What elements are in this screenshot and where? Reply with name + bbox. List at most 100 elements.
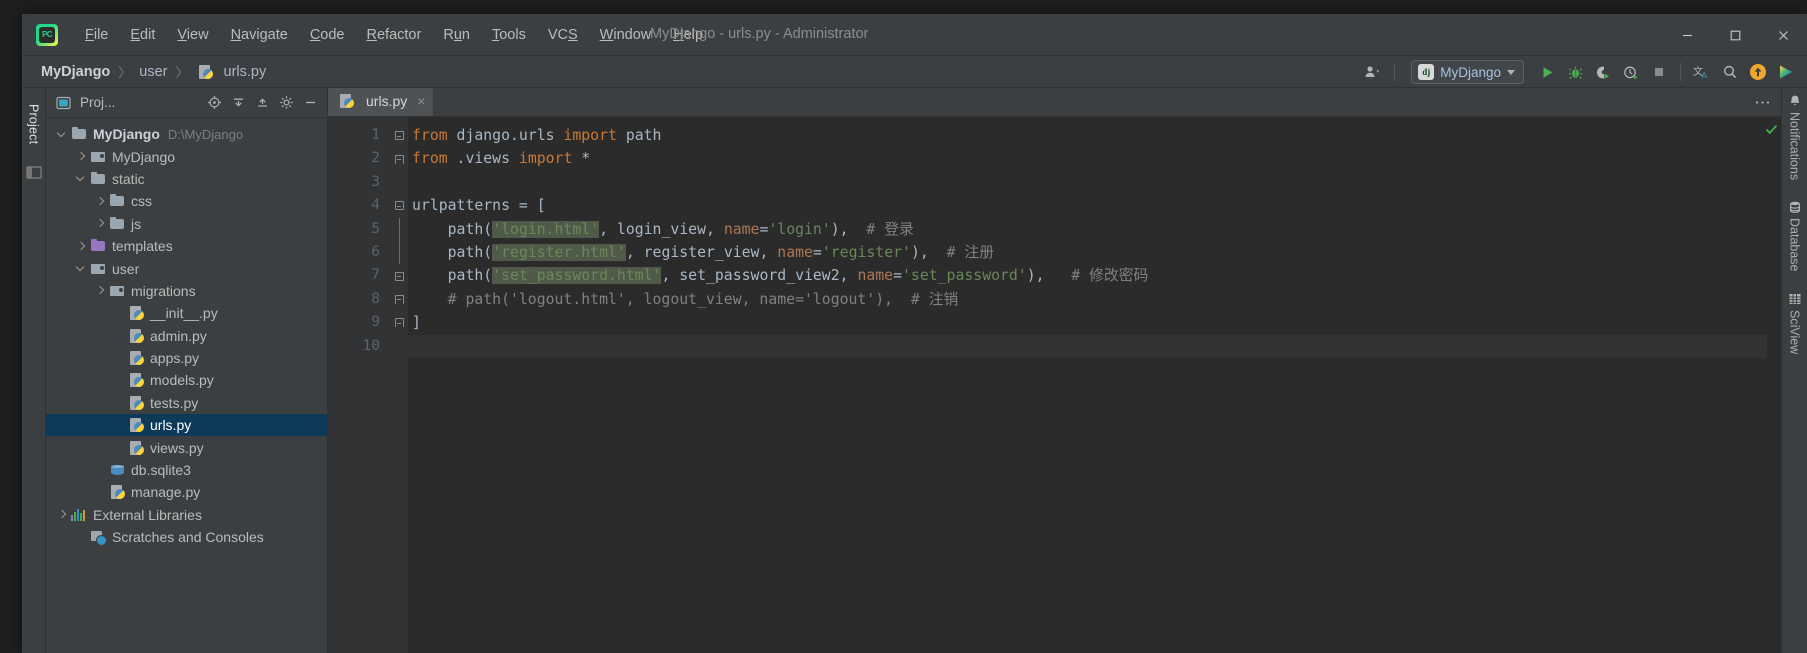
update-project-icon[interactable] — [1745, 59, 1771, 85]
breadcrumb-item-project[interactable]: MyDjango — [38, 63, 113, 81]
sidebar-item-sciview[interactable]: SciView — [1788, 292, 1802, 354]
expand-all-icon[interactable] — [251, 92, 273, 114]
breadcrumb-item-file[interactable]: urls.py — [221, 63, 270, 81]
tree-row[interactable]: user — [46, 257, 327, 279]
fold-end-icon[interactable] — [394, 294, 404, 304]
code-content[interactable]: from django.urls import path from .views … — [408, 117, 1767, 653]
tree-row[interactable]: models.py — [46, 369, 327, 391]
chevron-right-icon[interactable] — [75, 150, 88, 163]
chevron-right-icon[interactable] — [56, 508, 69, 521]
ide-feature-icon[interactable] — [1773, 59, 1799, 85]
tree-row[interactable]: manage.py — [46, 481, 327, 503]
tree-row[interactable]: db.sqlite3 — [46, 459, 327, 481]
toolbar-separator — [1394, 63, 1396, 81]
fold-marker-slot[interactable] — [390, 194, 408, 217]
chevron-right-icon[interactable] — [94, 217, 107, 230]
chevron-right-icon[interactable] — [94, 195, 107, 208]
run-play-icon[interactable] — [1534, 59, 1560, 85]
chevron-right-icon[interactable] — [94, 284, 107, 297]
code-line[interactable]: ] — [408, 311, 1767, 334]
chevron-down-icon[interactable] — [75, 172, 88, 185]
menu-code[interactable]: Code — [299, 23, 356, 47]
code-line[interactable] — [408, 334, 1767, 358]
fold-end-icon[interactable] — [394, 154, 404, 164]
tree-row[interactable]: MyDjango D:\MyDjango — [46, 123, 327, 145]
tree-row[interactable]: js — [46, 213, 327, 235]
code-folding-gutter[interactable] — [390, 117, 408, 653]
menu-vcs[interactable]: VCS — [537, 23, 589, 47]
project-tree[interactable]: MyDjango D:\MyDjango MyDjango static css js te… — [46, 118, 327, 653]
code-line[interactable]: # path('logout.html', logout_view, name=… — [408, 288, 1767, 311]
inspection-ok-icon[interactable] — [1765, 123, 1778, 139]
tab-urls-py[interactable]: urls.py × — [328, 88, 434, 116]
collapse-all-icon[interactable] — [227, 92, 249, 114]
code-line[interactable]: from django.urls import path — [408, 124, 1767, 147]
menu-edit[interactable]: Edit — [119, 23, 166, 47]
menu-refactor[interactable]: Refactor — [356, 23, 433, 47]
fold-end-icon[interactable] — [394, 318, 404, 328]
tree-row[interactable]: MyDjango — [46, 145, 327, 167]
sidebar-item-database[interactable]: Database — [1788, 200, 1802, 272]
menu-file[interactable]: File — [74, 23, 119, 47]
close-icon[interactable]: × — [417, 93, 425, 109]
code-line[interactable]: path('set_password.html', set_password_v… — [408, 264, 1767, 287]
menu-navigate[interactable]: Navigate — [220, 23, 299, 47]
sidebar-item-notifications[interactable]: Notifications — [1788, 94, 1802, 180]
code-editor[interactable]: 1 2 3 4 5 6 7 8 9 10 from django.urls import path… — [328, 117, 1781, 653]
profiler-icon[interactable] — [1618, 59, 1644, 85]
tree-row[interactable]: tests.py — [46, 392, 327, 414]
fold-marker-slot[interactable] — [390, 311, 408, 334]
code-line[interactable]: from .views import * — [408, 147, 1767, 170]
code-line[interactable]: urlpatterns = [ — [408, 194, 1767, 217]
close-button[interactable] — [1759, 14, 1807, 56]
chevron-down-icon[interactable] — [75, 262, 88, 275]
minimize-button[interactable] — [1663, 14, 1711, 56]
stop-icon[interactable] — [1646, 59, 1672, 85]
settings-gear-icon[interactable] — [275, 92, 297, 114]
code-line[interactable]: path('register.html', register_view, nam… — [408, 241, 1767, 264]
tree-row[interactable]: __init__.py — [46, 302, 327, 324]
user-account-icon[interactable] — [1360, 59, 1386, 85]
code-line[interactable]: path('login.html', login_view, name='log… — [408, 218, 1767, 241]
fold-marker-slot[interactable] — [390, 217, 408, 241]
sidebar-item-project[interactable]: Project — [23, 96, 45, 152]
maximize-button[interactable] — [1711, 14, 1759, 56]
fold-collapse-icon[interactable] — [394, 271, 404, 281]
fold-marker-slot[interactable] — [390, 288, 408, 311]
tree-row[interactable]: External Libraries — [46, 504, 327, 526]
tree-row-label: apps.py — [150, 350, 200, 367]
menu-view[interactable]: View — [166, 23, 219, 47]
code-line[interactable] — [408, 171, 1767, 194]
tree-row[interactable]: css — [46, 190, 327, 212]
tree-row[interactable]: urls.py — [46, 414, 327, 437]
breadcrumb-item-package[interactable]: user — [136, 63, 170, 81]
tree-row[interactable]: admin.py — [46, 325, 327, 347]
code-token: = — [812, 243, 822, 261]
editor-options-icon[interactable]: ⋮ — [1753, 88, 1773, 117]
tree-row[interactable]: Scratches and Consoles — [46, 526, 327, 548]
translate-icon[interactable]: 文 A — [1689, 59, 1715, 85]
tree-row[interactable]: templates — [46, 235, 327, 257]
structure-icon[interactable] — [25, 166, 42, 179]
run-configuration-selector[interactable]: dj MyDjango — [1411, 60, 1524, 84]
fold-marker-slot[interactable] — [390, 147, 408, 170]
hide-panel-icon[interactable] — [299, 92, 321, 114]
fold-marker-slot[interactable] — [390, 240, 408, 265]
fold-marker-slot[interactable] — [390, 124, 408, 147]
search-everywhere-icon[interactable] — [1717, 59, 1743, 85]
tree-row[interactable]: apps.py — [46, 347, 327, 369]
run-with-coverage-icon[interactable] — [1590, 59, 1616, 85]
editor-scrollbar[interactable] — [1765, 117, 1781, 653]
menu-tools[interactable]: Tools — [481, 23, 537, 47]
fold-collapse-icon[interactable] — [394, 131, 404, 141]
chevron-down-icon[interactable] — [56, 128, 69, 141]
debug-bug-icon[interactable] — [1562, 59, 1588, 85]
fold-collapse-icon[interactable] — [394, 201, 404, 211]
tree-row[interactable]: static — [46, 168, 327, 190]
chevron-right-icon[interactable] — [75, 240, 88, 253]
menu-run[interactable]: Run — [432, 23, 481, 47]
locate-icon[interactable] — [203, 92, 225, 114]
tree-row[interactable]: views.py — [46, 436, 327, 458]
tree-row[interactable]: migrations — [46, 280, 327, 302]
fold-marker-slot[interactable] — [390, 264, 408, 287]
